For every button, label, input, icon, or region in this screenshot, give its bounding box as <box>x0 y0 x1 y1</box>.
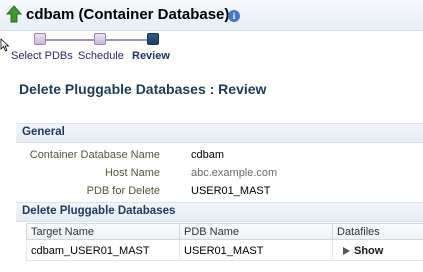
page-header: cdbam (Container Database) i <box>0 0 423 31</box>
section-title: Delete Pluggable Databases <box>22 205 176 217</box>
train-connector <box>106 39 147 41</box>
mouse-cursor-icon <box>0 38 10 52</box>
container-db-name-label: Container Database Name <box>29 149 160 161</box>
train-step-review <box>147 33 159 45</box>
train-connector <box>46 39 94 41</box>
show-link[interactable]: Show <box>354 245 383 257</box>
expand-triangle-icon <box>343 247 350 255</box>
pdb-for-delete-label: PDB for Delete <box>86 185 160 197</box>
column-header-target-name[interactable]: Target Name <box>26 223 180 240</box>
delete-pdbs-section-header: Delete Pluggable Databases <box>16 202 423 222</box>
database-title: cdbam (Container Database) <box>26 6 230 23</box>
column-header-datafiles[interactable]: Datafiles <box>333 223 423 240</box>
cell-pdb-name: USER01_MAST <box>180 241 333 261</box>
cell-target-name: cdbam_USER01_MAST <box>26 241 180 261</box>
train-step-schedule[interactable] <box>94 33 106 45</box>
train-label-review: Review <box>132 50 170 62</box>
host-name-label: Host Name <box>104 167 160 179</box>
train-label-schedule[interactable]: Schedule <box>78 50 124 62</box>
page-title: Delete Pluggable Databases : Review <box>19 81 267 97</box>
section-title: General <box>22 126 65 138</box>
pdb-for-delete-value: USER01_MAST <box>191 185 271 197</box>
column-header-pdb-name[interactable]: PDB Name <box>180 223 333 240</box>
general-section-header: General <box>16 123 423 143</box>
up-arrow-home-icon[interactable] <box>6 5 22 23</box>
show-datafiles-toggle[interactable]: Show <box>333 241 423 261</box>
train-label-select-pdbs[interactable]: Select PDBs <box>11 50 73 62</box>
host-name-value: abc.example.com <box>191 167 278 179</box>
info-icon[interactable]: i <box>228 10 240 22</box>
container-db-name-value: cdbam <box>191 149 225 161</box>
train-step-select-pdbs[interactable] <box>34 33 46 45</box>
